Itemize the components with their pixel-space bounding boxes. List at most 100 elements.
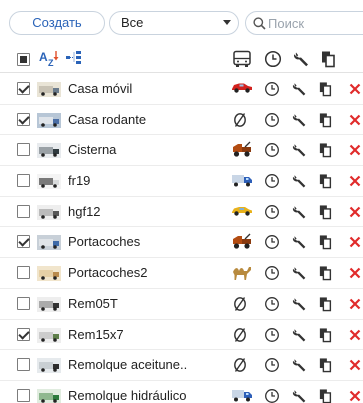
search-box[interactable]: [245, 11, 363, 35]
wrench-icon[interactable]: [292, 173, 312, 191]
row-checkbox[interactable]: [17, 388, 30, 402]
row-checkbox[interactable]: [17, 204, 30, 218]
hierarchy-icon[interactable]: [66, 51, 82, 65]
wrench-icon[interactable]: [292, 357, 312, 375]
red-car-icon[interactable]: [231, 80, 252, 98]
delete-icon[interactable]: [349, 114, 363, 132]
wrench-icon[interactable]: [292, 142, 312, 160]
list-item[interactable]: Remolque hidráulico: [0, 381, 363, 403]
list-item[interactable]: Portacoches2: [0, 258, 363, 289]
copy-icon[interactable]: [319, 173, 339, 191]
copy-icon[interactable]: [319, 234, 339, 252]
clock-icon[interactable]: [264, 173, 284, 191]
delete-icon[interactable]: [349, 390, 363, 403]
blue-truck-icon[interactable]: [231, 387, 252, 403]
list-item[interactable]: hgf12: [0, 197, 363, 228]
clock-icon[interactable]: [264, 50, 282, 68]
wrench-icon[interactable]: [292, 296, 312, 314]
list-item[interactable]: Rem05T: [0, 289, 363, 320]
copy-icon[interactable]: [319, 357, 339, 375]
wrench-icon[interactable]: [292, 327, 312, 345]
delete-icon[interactable]: [349, 267, 363, 285]
clock-icon[interactable]: [264, 296, 284, 314]
vehicle-name[interactable]: Casa móvil: [68, 81, 226, 96]
wrench-icon[interactable]: [292, 112, 312, 130]
list-item[interactable]: Rem15x7: [0, 320, 363, 351]
select-all-checkbox[interactable]: [17, 53, 30, 66]
delete-icon[interactable]: [349, 359, 363, 377]
copy-icon[interactable]: [319, 142, 339, 160]
vehicle-name[interactable]: fr19: [68, 173, 226, 188]
delete-icon[interactable]: [349, 329, 363, 347]
no-icon[interactable]: [231, 295, 251, 313]
copy-icon[interactable]: [321, 50, 337, 68]
row-checkbox[interactable]: [17, 82, 30, 95]
copy-icon[interactable]: [319, 81, 339, 99]
row-checkbox[interactable]: [17, 235, 30, 249]
delete-icon[interactable]: [349, 83, 363, 101]
clock-icon[interactable]: [264, 204, 284, 222]
vehicle-name[interactable]: Rem05T: [68, 296, 226, 311]
wrench-icon[interactable]: [292, 204, 312, 222]
copy-icon[interactable]: [319, 112, 339, 130]
row-checkbox[interactable]: [17, 327, 30, 341]
copy-icon[interactable]: [319, 204, 339, 222]
clock-icon[interactable]: [264, 265, 284, 283]
row-checkbox[interactable]: [17, 266, 30, 280]
tow-truck-icon[interactable]: [231, 233, 251, 251]
row-checkbox[interactable]: [17, 358, 30, 372]
tow-truck-icon[interactable]: [231, 141, 251, 159]
bus-icon[interactable]: [232, 50, 252, 68]
list-item[interactable]: Remolque aceitune..: [0, 350, 363, 381]
delete-icon[interactable]: [349, 298, 363, 316]
list-item[interactable]: Cisterna: [0, 135, 363, 167]
clock-icon[interactable]: [264, 234, 284, 252]
clock-icon[interactable]: [264, 142, 284, 160]
wrench-icon[interactable]: [293, 50, 311, 68]
copy-icon[interactable]: [319, 327, 339, 345]
camel-icon[interactable]: [231, 264, 251, 282]
clock-icon[interactable]: [264, 112, 284, 130]
row-checkbox[interactable]: [17, 296, 30, 310]
filter-select[interactable]: Все: [109, 11, 239, 35]
no-icon[interactable]: [231, 326, 251, 344]
vehicle-name[interactable]: Rem15x7: [68, 327, 226, 342]
delete-icon[interactable]: [349, 206, 363, 224]
vehicle-name[interactable]: Portacoches2: [68, 265, 226, 280]
delete-icon[interactable]: [349, 144, 363, 162]
wrench-icon[interactable]: [292, 81, 312, 99]
yellow-car-icon[interactable]: [231, 203, 252, 221]
vehicle-thumbnail-icon: [37, 266, 61, 282]
clock-icon[interactable]: [264, 327, 284, 345]
list-item[interactable]: Portacoches: [0, 227, 363, 259]
vehicle-name[interactable]: hgf12: [68, 204, 226, 219]
blue-truck-icon[interactable]: [231, 172, 252, 190]
copy-icon[interactable]: [319, 265, 339, 283]
vehicle-name[interactable]: Casa rodante: [68, 112, 226, 127]
copy-icon[interactable]: [319, 296, 339, 314]
vehicle-name[interactable]: Cisterna: [68, 142, 226, 157]
vehicle-name[interactable]: Remolque hidráulico: [68, 388, 226, 403]
no-icon[interactable]: [231, 356, 251, 374]
no-icon[interactable]: [231, 111, 251, 129]
list-item[interactable]: fr19: [0, 166, 363, 197]
create-button[interactable]: Создать: [9, 11, 105, 35]
wrench-icon[interactable]: [292, 234, 312, 252]
clock-icon[interactable]: [264, 81, 284, 99]
list-item[interactable]: Casa móvil: [0, 74, 363, 105]
search-input[interactable]: [268, 15, 362, 32]
wrench-icon[interactable]: [292, 388, 312, 403]
vehicle-name[interactable]: Portacoches: [68, 234, 226, 249]
delete-icon[interactable]: [349, 175, 363, 193]
wrench-icon[interactable]: [292, 265, 312, 283]
list-item[interactable]: Casa rodante: [0, 105, 363, 136]
vehicle-name[interactable]: Remolque aceitune..: [68, 357, 226, 372]
clock-icon[interactable]: [264, 357, 284, 375]
row-checkbox[interactable]: [17, 112, 30, 126]
copy-icon[interactable]: [319, 388, 339, 403]
row-checkbox[interactable]: [17, 174, 30, 188]
row-checkbox[interactable]: [17, 143, 30, 157]
clock-icon[interactable]: [264, 388, 284, 403]
sort-az-icon[interactable]: A Z: [39, 49, 61, 67]
delete-icon[interactable]: [349, 236, 363, 254]
